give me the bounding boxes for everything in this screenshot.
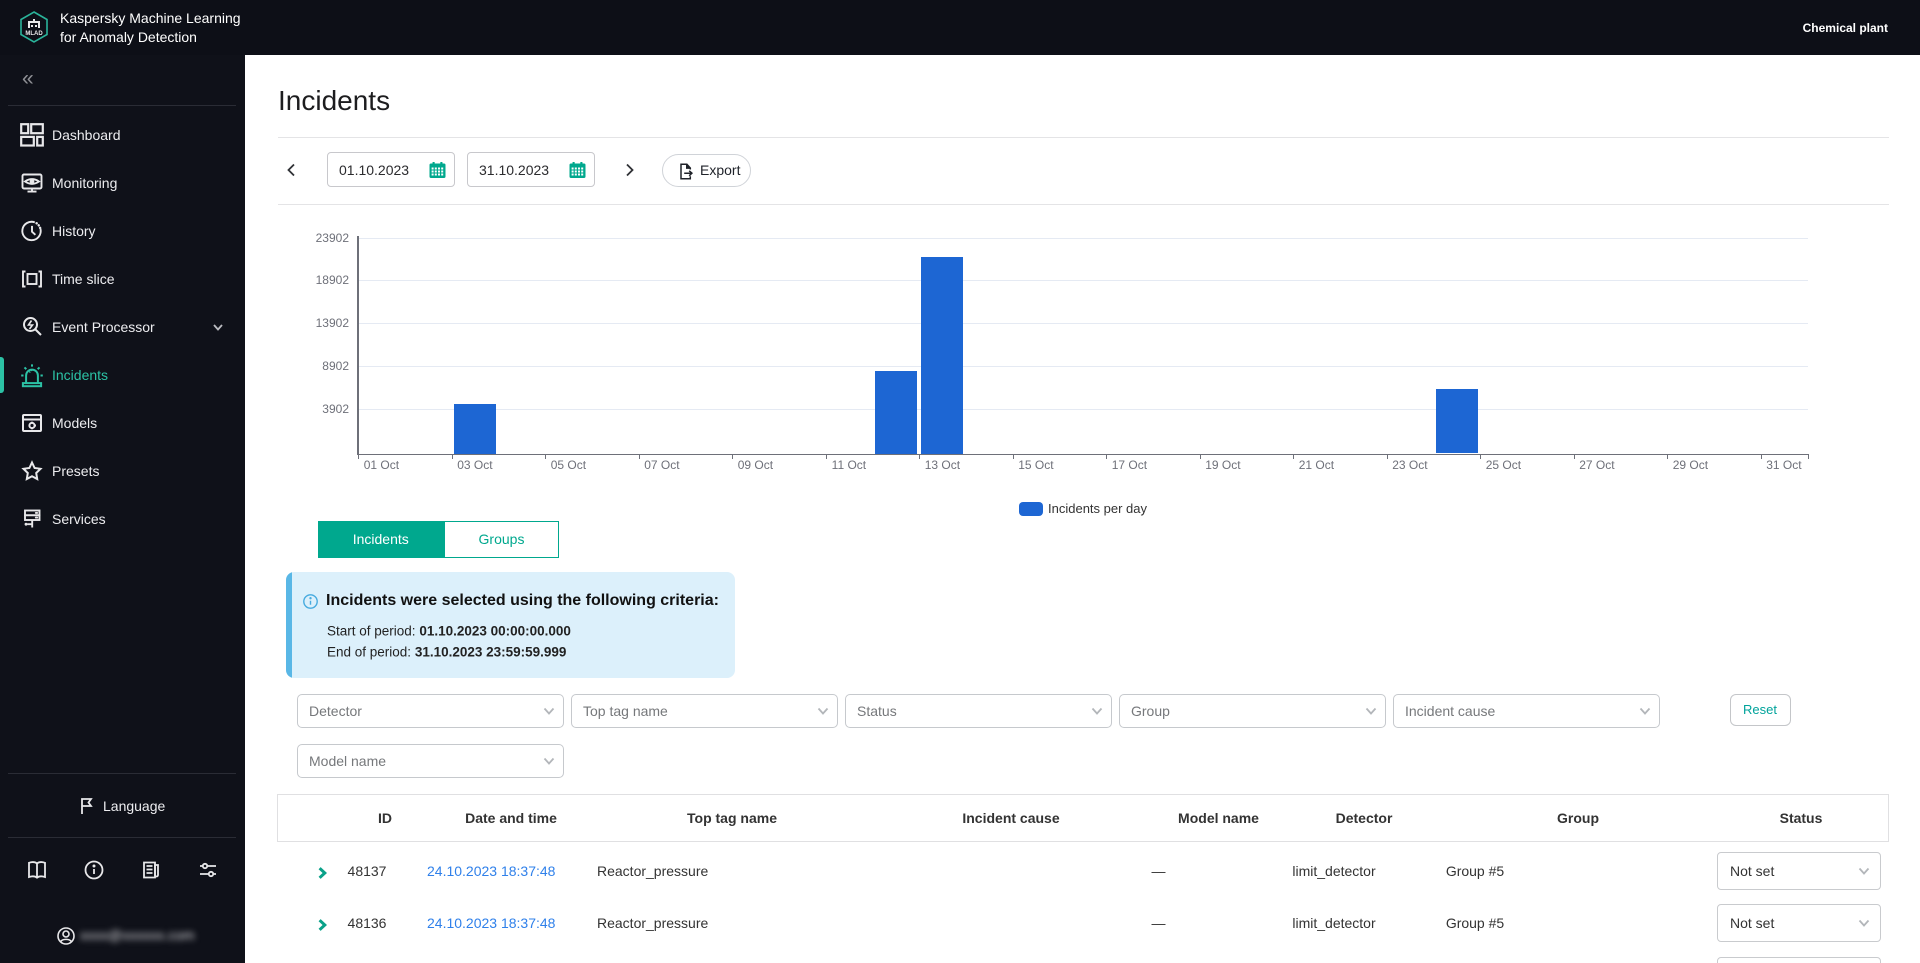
svg-text:MLAD: MLAD xyxy=(25,31,43,37)
